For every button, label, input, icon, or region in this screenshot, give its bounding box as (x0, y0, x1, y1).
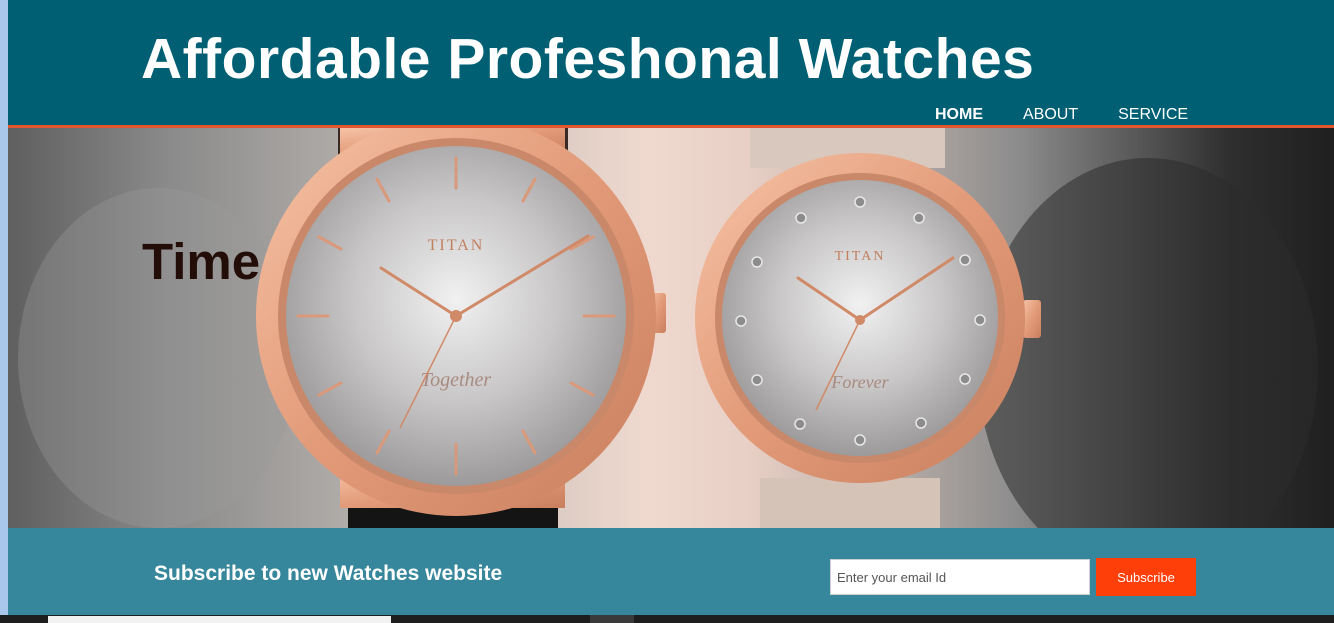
right-dial-brand: TITAN (835, 249, 886, 264)
email-input[interactable] (830, 559, 1090, 595)
window-edge (0, 0, 8, 615)
left-dial-brand: TITAN (428, 237, 485, 254)
nav-service[interactable]: SERVICE (1118, 106, 1188, 124)
hero-banner: TITAN Together TITAN Forever Time (8, 128, 1334, 528)
watches-image: TITAN Together TITAN Forever (18, 128, 1318, 528)
nav-about[interactable]: ABOUT (1023, 106, 1078, 124)
subscribe-button[interactable]: Subscribe (1096, 558, 1196, 596)
hero-headline: Time (142, 233, 261, 290)
taskbar-app[interactable] (590, 615, 634, 623)
left-dial-script: Together (421, 369, 492, 391)
right-crown (1023, 300, 1041, 338)
site-header: Affordable Profeshonal Watches HOME ABOU… (8, 0, 1334, 128)
subscribe-bar: Subscribe to new Watches website Subscri… (8, 528, 1334, 615)
site-title: Affordable Profeshonal Watches (141, 27, 1035, 91)
main-nav: HOME ABOUT SERVICE (935, 106, 1228, 124)
taskbar-search[interactable] (48, 616, 391, 623)
right-dial-script: Forever (830, 372, 889, 392)
nav-home[interactable]: HOME (935, 106, 983, 124)
subscribe-title: Subscribe to new Watches website (154, 562, 503, 585)
taskbar (0, 615, 1334, 623)
